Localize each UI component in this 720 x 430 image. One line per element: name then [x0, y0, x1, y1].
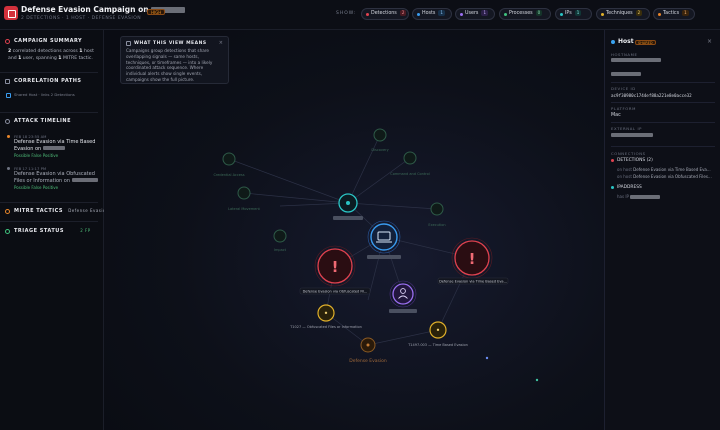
info-icon — [126, 41, 131, 46]
ips-dot-icon — [560, 13, 563, 16]
tactics-dot-icon — [658, 13, 661, 16]
triage-icon — [5, 229, 10, 234]
faint-label: Lateral Movement — [228, 207, 260, 211]
filter-detections[interactable]: Detections 2 — [361, 8, 409, 20]
ip-node — [333, 193, 363, 220]
timeline-dot-icon — [7, 167, 10, 170]
technique-label: T1497.003 — Time Based Evasion — [407, 343, 468, 347]
faint-label: Impact — [274, 248, 287, 252]
device-id-value: ac9f30980c1744ef88a221e8e0acce32 — [611, 93, 692, 98]
faint-node — [430, 202, 444, 216]
correlation-path-item[interactable]: Shared Host · links 2 Detections — [14, 91, 98, 98]
filter-users[interactable]: Users 1 — [455, 8, 495, 20]
detection-node: ! Defense Evasion via Obfuscated Fil... — [299, 245, 371, 295]
faint-node — [237, 186, 251, 200]
faint-node — [273, 229, 287, 243]
filter-processes[interactable]: Processes 0 — [499, 8, 551, 20]
redacted-ip-label — [333, 216, 363, 220]
faint-node — [403, 151, 417, 165]
ip-group[interactable]: IPADDRESS — [611, 185, 642, 190]
divider — [0, 202, 98, 203]
attack-timeline-header[interactable]: ATTACK TIMELINE — [0, 114, 98, 128]
user-node — [389, 280, 417, 313]
tactics-icon — [5, 209, 10, 214]
techniques-dot-icon — [601, 13, 604, 16]
tactic-label: Defense Evasion — [349, 358, 387, 364]
detections-group[interactable]: DETECTIONS (2) — [611, 158, 653, 163]
top-bar: Defense Evasion Campaign on HIGH 2 DETEC… — [0, 0, 720, 30]
timeline-icon — [5, 119, 10, 124]
campaign-icon — [4, 6, 18, 20]
timeline-item[interactable]: FEB 17 11:17 PM Defense Evasion via Obfu… — [7, 166, 98, 190]
faint-label: Credential Access — [213, 173, 244, 177]
faint-tactic-nodes: Credential Access Discovery Command and … — [213, 128, 446, 252]
panel-title: Host — [611, 38, 634, 45]
correlation-paths-header[interactable]: CORRELATION PATHS — [0, 74, 98, 88]
triage-status-header[interactable]: TRIAGE STATUS 2 FP — [0, 224, 98, 238]
redacted-user-label — [389, 309, 417, 313]
faint-node — [373, 128, 387, 142]
redacted-external-ip — [611, 133, 653, 137]
severity-badge: HIGH — [147, 9, 166, 15]
status-badge: Possible False Positive — [14, 185, 59, 190]
users-dot-icon — [460, 13, 463, 16]
paths-icon — [5, 79, 10, 84]
filter-techniques[interactable]: Techniques 2 — [596, 8, 650, 20]
faint-label: Command and Control — [390, 172, 429, 176]
close-icon[interactable]: × — [219, 40, 223, 46]
filter-hosts[interactable]: Hosts 1 — [412, 8, 452, 20]
connection-row[interactable]: on host Defense Evasion via Time Based E… — [617, 167, 711, 172]
campaign-subtitle: 2 DETECTIONS · 1 HOST · DEFENSE EVASION — [21, 16, 142, 21]
host-node — [367, 220, 401, 259]
connection-row[interactable]: on host Defense Evasion via Obfuscated F… — [617, 174, 712, 179]
campaign-summary-header[interactable]: CAMPAIGN SUMMARY — [0, 34, 98, 48]
shared-badge: SHARED — [635, 40, 656, 45]
graph-edges — [228, 134, 473, 346]
technique-label: T1027 — Obfuscated Files or Information — [289, 325, 362, 329]
hosts-dot-icon — [417, 13, 420, 16]
detection-label: Defense Evasion via Obfuscated Fil... — [303, 289, 368, 293]
filter-tactics[interactable]: Tactics 1 — [653, 8, 695, 20]
divider — [0, 72, 98, 73]
view-info-box: WHAT THIS VIEW MEANS Campaigns group det… — [120, 36, 229, 84]
faint-label: Execution — [428, 223, 445, 227]
redacted-host-label — [367, 255, 401, 259]
detail-panel: Host SHARED × HOSTNAME DEVICE ID ac9f309… — [604, 30, 720, 430]
host-dot-icon — [611, 39, 615, 44]
stray-dot — [535, 378, 539, 382]
detections-dot-icon — [611, 159, 614, 162]
platform-value: Mac — [611, 113, 621, 118]
divider — [0, 221, 98, 222]
technique-node: • T1027 — Obfuscated Files or Informatio… — [289, 304, 362, 329]
mitre-tactics-header[interactable]: MITRE TACTICS Defense Evasion 2 — [0, 204, 113, 218]
divider — [0, 112, 98, 113]
detection-node: ! Defense Evasion via Time Based Eva... — [437, 237, 509, 285]
redacted-hostname — [611, 58, 661, 62]
redacted-value — [611, 72, 641, 76]
stray-dot — [485, 356, 489, 360]
sidebar: CAMPAIGN SUMMARY 2 correlated detections… — [0, 30, 113, 430]
summary-icon — [5, 39, 10, 44]
connection-row[interactable]: has IP — [617, 194, 661, 199]
processes-dot-icon — [504, 13, 507, 16]
ip-dot-icon — [611, 186, 614, 189]
detection-label: Defense Evasion via Time Based Eva... — [439, 279, 507, 283]
filter-ips[interactable]: IPs 1 — [555, 8, 592, 20]
show-label: SHOW: — [336, 11, 357, 16]
svg-text:•: • — [436, 326, 441, 335]
faint-label: Discovery — [371, 148, 388, 152]
detections-dot-icon — [366, 13, 369, 16]
svg-text:!: ! — [469, 250, 476, 268]
svg-text:!: ! — [332, 258, 339, 276]
close-icon[interactable]: × — [707, 38, 712, 45]
status-badge: Possible False Positive — [14, 153, 59, 158]
host-path-icon — [6, 93, 11, 98]
campaign-summary-text: 2 correlated detections across 1 host an… — [8, 49, 94, 61]
timeline-item[interactable]: FEB 18 23:55 AM Defense Evasion via Time… — [7, 134, 98, 158]
faint-node — [222, 152, 236, 166]
timeline-dot-icon — [7, 135, 10, 138]
svg-text:•: • — [324, 309, 329, 318]
